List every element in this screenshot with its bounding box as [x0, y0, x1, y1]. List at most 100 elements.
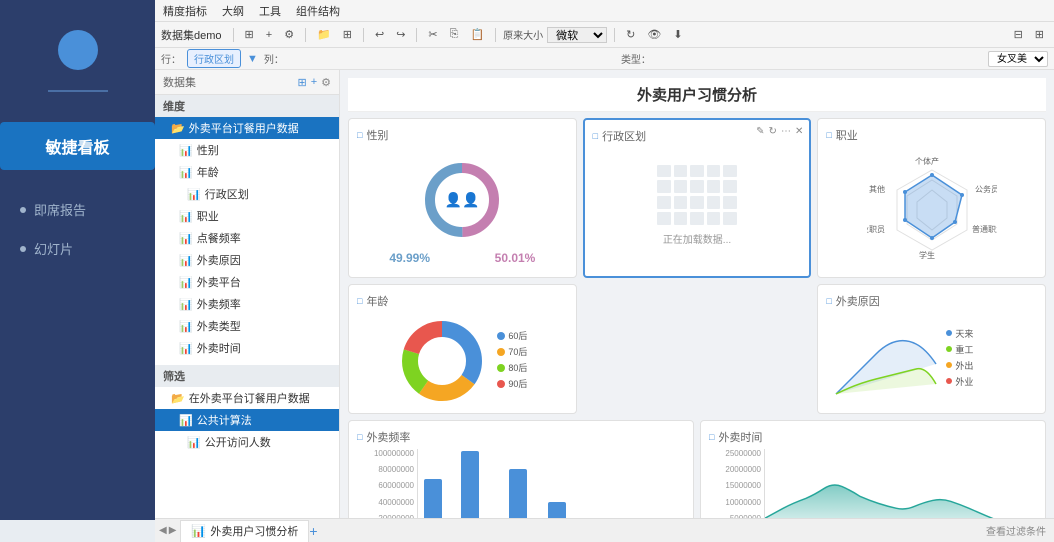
scroll-arrows: ◀ ▶ — [155, 525, 180, 536]
tree-item-type[interactable]: 📊 外卖类型 — [155, 315, 339, 337]
type-select[interactable]: 女叉美 — [988, 51, 1048, 67]
tree-chart-icon-occupation: 📊 — [179, 210, 193, 223]
tree-item-age[interactable]: 📊 年龄 — [155, 161, 339, 183]
tree-footer-item2[interactable]: 📊 公共计算法 — [155, 409, 339, 431]
menu-item-metrics[interactable]: 精度指标 — [163, 3, 207, 19]
freq-chart-title: 外卖频率 — [357, 429, 685, 445]
toolbar-grid-btn[interactable]: ⊞ — [339, 26, 356, 43]
tree-item-freq-label: 外卖频率 — [197, 296, 241, 312]
tree-chart-icon-time: 📊 — [179, 342, 193, 355]
tab-main[interactable]: 📊 外卖用户习惯分析 — [180, 520, 309, 542]
legend-70: 70后 — [497, 345, 527, 358]
toolbar-redo-btn[interactable]: ↪ — [392, 26, 409, 43]
menu-item-structure[interactable]: 组件结构 — [296, 3, 340, 19]
svg-text:学生: 学生 — [919, 250, 935, 260]
filter-tag-region[interactable]: 行政区划 — [187, 49, 241, 68]
toolbar-paste-btn[interactable]: 📋 — [466, 26, 488, 43]
tree-item-main-dataset[interactable]: 📂 外卖平台订餐用户数据 — [155, 117, 339, 139]
toolbar-layout2-btn[interactable]: ⊞ — [1031, 26, 1048, 43]
tree-header-actions: ⊞ + ⚙ — [297, 76, 331, 89]
region-edit-icon[interactable]: ✎ — [756, 126, 764, 137]
filter-dropdown-icon[interactable]: ▼ — [247, 53, 258, 65]
tree-footer-label1: 在外卖平台订餐用户数据 — [189, 390, 310, 406]
toolbar-add-btn[interactable]: ⊞ — [241, 26, 258, 43]
toolbar-sep5 — [495, 28, 496, 42]
toolbar-folder-btn[interactable]: 📁 — [313, 26, 335, 43]
svg-text:个体产: 个体产 — [915, 156, 939, 166]
bar-3 — [548, 502, 566, 518]
toolbar-undo-btn[interactable]: ↩ — [371, 26, 388, 43]
tree-footer-item1[interactable]: 📂 在外卖平台订餐用户数据 — [155, 387, 339, 409]
freq-bars-area: 从不 每周1-3次 每周4-10次 — [417, 449, 685, 518]
time-y-label-3: 15000000 — [709, 481, 761, 490]
gender-icons: 👤👤 — [445, 192, 480, 208]
region-more-icon[interactable]: ⋯ — [781, 126, 791, 137]
left-sidebar: 敏捷看板 即席报告 幻灯片 — [0, 0, 155, 520]
time-area-svg — [765, 449, 1037, 518]
tree-item-platform-label: 外卖平台 — [197, 274, 241, 290]
tree-action-settings[interactable]: ⚙ — [321, 76, 331, 89]
tree-chart-icon-region: 📊 — [187, 188, 201, 201]
tree-item-freq[interactable]: 📊 外卖频率 — [155, 293, 339, 315]
menu-item-outline[interactable]: 大纲 — [222, 3, 244, 19]
tree-item-occupation[interactable]: 📊 职业 — [155, 205, 339, 227]
toolbar-settings-btn[interactable]: ⚙ — [280, 26, 298, 43]
time-area-container: 0:00 4:00 8:00 11:00 13:00 15:00 17:00 1… — [764, 449, 1037, 518]
toolbar-plus-btn[interactable]: + — [262, 27, 276, 43]
loading-cell-20 — [723, 212, 737, 225]
filter-col-label: 列： — [264, 51, 284, 66]
scroll-left-arrow[interactable]: ◀ — [159, 525, 167, 536]
freq-y-label-1: 100000000 — [357, 449, 414, 458]
time-y-label-1: 25000000 — [709, 449, 761, 458]
sidebar-item-slides-label: 幻灯片 — [34, 239, 73, 258]
female-label: 50.01% — [495, 251, 536, 265]
sidebar-divider — [48, 90, 108, 92]
region-close-icon[interactable]: ✕ — [795, 126, 803, 137]
tab-add-btn[interactable]: + — [309, 523, 317, 539]
tree-chart-icon-freq: 📊 — [179, 298, 193, 311]
toolbar-eye-btn[interactable]: 👁 — [643, 26, 665, 43]
reason-legend-3: 外出 — [946, 359, 973, 372]
menu-item-tools[interactable]: 工具 — [259, 3, 281, 19]
tree-item-time[interactable]: 📊 外卖时间 — [155, 337, 339, 359]
sidebar-item-slides[interactable]: 幻灯片 — [0, 229, 155, 268]
tree-chart-icon-reason: 📊 — [179, 254, 193, 267]
tree-item-order-freq-label: 点餐频率 — [197, 230, 241, 246]
bar-1 — [461, 451, 479, 518]
toolbar-layout1-btn[interactable]: ⊟ — [1010, 26, 1027, 43]
tree-item-order-freq[interactable]: 📊 点餐频率 — [155, 227, 339, 249]
tree-item-reason[interactable]: 📊 外卖原因 — [155, 249, 339, 271]
reason-legend-block: 天来 重工 外出 外业 — [946, 327, 973, 391]
loading-cell-1 — [657, 165, 671, 178]
chart-card-frequency: 外卖频率 100000000 80000000 60000000 4000000… — [348, 420, 694, 518]
tree-item-gender[interactable]: 📊 性别 — [155, 139, 339, 161]
tree-footer-item3[interactable]: 📊 公开访问人数 — [155, 431, 339, 453]
toolbar-cut-btn[interactable]: ✂ — [424, 26, 441, 43]
tree-action-add[interactable]: ⊞ — [297, 76, 306, 89]
top-chart-grid: 性别 👤👤 — [348, 118, 1046, 278]
font-select[interactable]: 微软 — [547, 27, 607, 43]
reason-dot-3 — [946, 362, 952, 368]
reason-label-1: 天来 — [955, 327, 973, 340]
freq-y-axis: 100000000 80000000 60000000 40000000 200… — [357, 449, 417, 518]
sidebar-item-reports[interactable]: 即席报告 — [0, 190, 155, 229]
tree-item-platform[interactable]: 📊 外卖平台 — [155, 271, 339, 293]
svg-text:公务员: 公务员 — [975, 184, 997, 194]
toolbar-download-btn[interactable]: ⬇ — [669, 26, 686, 43]
loading-cell-6 — [657, 180, 671, 193]
toolbar-refresh-btn[interactable]: ↻ — [622, 26, 639, 43]
scroll-right-arrow[interactable]: ▶ — [169, 525, 177, 536]
tree-item-occupation-label: 职业 — [197, 208, 219, 224]
radar-svg: 个体产 公务员 普通职业者 学生 企业职员 其他 — [867, 150, 997, 270]
tab-main-label: 外卖用户习惯分析 — [210, 523, 298, 539]
middle-placeholder — [583, 284, 812, 414]
sidebar-item-dashboard[interactable]: 敏捷看板 — [0, 122, 155, 170]
time-y-label-4: 10000000 — [709, 498, 761, 507]
toolbar-copy-btn[interactable]: ⎘ — [446, 26, 463, 43]
region-refresh-icon[interactable]: ↻ — [769, 126, 777, 137]
tree-item-region[interactable]: 📊 行政区划 — [155, 183, 339, 205]
reason-chart-body: 天来 重工 外出 外业 — [826, 315, 1037, 402]
filter-conditions-label[interactable]: 查看过滤条件 — [986, 527, 1046, 538]
freq-y-label-3: 60000000 — [357, 481, 414, 490]
tree-action-plus[interactable]: + — [311, 76, 317, 89]
